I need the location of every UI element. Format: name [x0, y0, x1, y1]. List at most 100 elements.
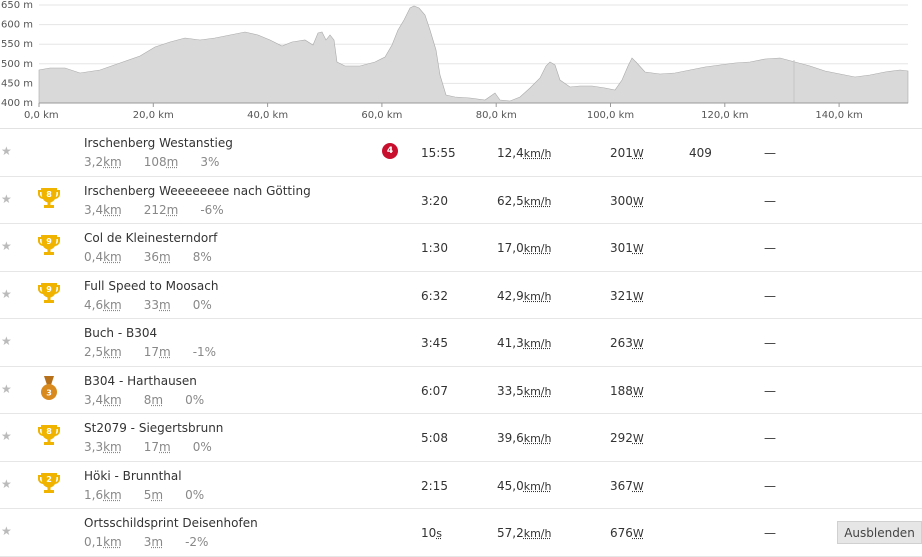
- segment-meta: 3,2km 108m 3%: [84, 155, 230, 169]
- segment-distance: 1,6km: [84, 488, 133, 502]
- segment-name-link[interactable]: Buch - B304: [84, 326, 157, 340]
- speed-unit: km/h: [524, 432, 552, 445]
- segment-distance: 0,4km: [84, 250, 133, 264]
- power-unit: W: [633, 337, 644, 350]
- segment-meta: 0,4km 36m 8%: [84, 250, 223, 264]
- trophy-rank-number: 8: [46, 427, 52, 436]
- elevation-unit: m: [159, 250, 171, 264]
- segment-meta: 0,1km 3m -2%: [84, 535, 219, 549]
- segment-grade: 0%: [185, 488, 204, 502]
- segment-elevation: 33m: [144, 298, 182, 312]
- segment-row[interactable]: ★ 3 B304 - Harthausen 3,4km 8m 0% 6:07 33,5km/h…: [0, 367, 922, 415]
- segment-grade: 0%: [193, 440, 212, 454]
- segment-grade: -1%: [193, 345, 216, 359]
- segment-time: 2:15: [421, 479, 448, 493]
- segment-power: 188W: [610, 384, 644, 398]
- hide-segment-button[interactable]: Ausblenden: [837, 521, 922, 544]
- speed-unit: km/h: [524, 385, 552, 398]
- elevation-unit: m: [159, 440, 171, 454]
- trophy-rank-number: 8: [46, 190, 52, 199]
- segment-speed: 42,9km/h: [497, 289, 551, 303]
- segment-name-link[interactable]: Irschenberg Westanstieg: [84, 136, 233, 150]
- x-tick-label: 20,0 km: [133, 110, 174, 121]
- segment-meta: 3,4km 8m 0%: [84, 393, 215, 407]
- trophy-icon: 2: [37, 471, 61, 497]
- segment-grade: 0%: [193, 298, 212, 312]
- power-unit: W: [633, 527, 644, 540]
- segment-list: ★ Irschenberg Westanstieg 3,2km 108m 3% 4 15:5…: [0, 128, 922, 557]
- segment-time: 1:30: [421, 241, 448, 255]
- speed-unit: km/h: [524, 242, 552, 255]
- segment-name-link[interactable]: Irschenberg Weeeeeeee nach Götting: [84, 184, 311, 198]
- segment-name-link[interactable]: Ortsschildsprint Deisenhofen: [84, 516, 258, 530]
- star-icon[interactable]: ★: [1, 335, 12, 347]
- segment-speed: 33,5km/h: [497, 384, 551, 398]
- segment-row[interactable]: ★ 8 Irschenberg Weeeeeeee nach Götting 3,4k…: [0, 177, 922, 225]
- segment-name-link[interactable]: Full Speed to Moosach: [84, 279, 218, 293]
- segment-empty-value: —: [764, 479, 776, 493]
- y-tick-label: 450 m: [1, 78, 33, 89]
- segment-time: 5:08: [421, 431, 448, 445]
- star-icon[interactable]: ★: [1, 288, 12, 300]
- segment-row[interactable]: ★ 9 Col de Kleinesterndorf 0,4km 36m 8% 1:30 17…: [0, 224, 922, 272]
- segment-meta: 1,6km 5m 0%: [84, 488, 215, 502]
- segment-speed: 39,6km/h: [497, 431, 551, 445]
- segment-time: 10s: [421, 526, 442, 540]
- star-icon[interactable]: ★: [1, 430, 12, 442]
- segment-power: 263W: [610, 336, 644, 350]
- segment-speed: 45,0km/h: [497, 479, 551, 493]
- segment-distance: 3,2km: [84, 155, 133, 169]
- speed-unit: km/h: [524, 527, 552, 540]
- segment-empty-value: —: [764, 431, 776, 445]
- star-icon[interactable]: ★: [1, 240, 12, 252]
- segment-meta: 4,6km 33m 0%: [84, 298, 223, 312]
- distance-unit: km: [103, 535, 122, 549]
- segment-heartrate: 409: [689, 146, 712, 160]
- power-unit: W: [633, 480, 644, 493]
- segment-name-link[interactable]: Col de Kleinesterndorf: [84, 231, 217, 245]
- speed-unit: km/h: [524, 290, 552, 303]
- segment-distance: 3,4km: [84, 203, 133, 217]
- segment-speed: 62,5km/h: [497, 194, 551, 208]
- distance-unit: km: [103, 203, 122, 217]
- trophy-icon: 8: [37, 423, 61, 449]
- segment-name-link[interactable]: Höki - Brunnthal: [84, 469, 182, 483]
- star-icon[interactable]: ★: [1, 383, 12, 395]
- segment-row[interactable]: ★ Ortsschildsprint Deisenhofen 0,1km 3m -2% 1…: [0, 509, 922, 557]
- trophy-icon: 9: [37, 281, 61, 307]
- power-unit: W: [633, 290, 644, 303]
- segment-grade: -2%: [185, 535, 208, 549]
- segment-row[interactable]: ★ 8 St2079 - Siegertsbrunn 3,3km 17m 0% 5:08 39…: [0, 414, 922, 462]
- power-unit: W: [633, 242, 644, 255]
- segment-row[interactable]: ★ Buch - B304 2,5km 17m -1% 3:45 41,3km/h 263W —: [0, 319, 922, 367]
- elevation-unit: m: [159, 298, 171, 312]
- segment-name-link[interactable]: St2079 - Siegertsbrunn: [84, 421, 223, 435]
- trophy-rank-number: 2: [46, 475, 52, 484]
- segment-name-link[interactable]: B304 - Harthausen: [84, 374, 197, 388]
- power-unit: W: [633, 385, 644, 398]
- trophy-rank-number: 9: [46, 237, 52, 246]
- x-tick-label: 80,0 km: [476, 110, 517, 121]
- y-tick-label: 550 m: [1, 39, 33, 50]
- segment-row[interactable]: ★ 9 Full Speed to Moosach 4,6km 33m 0% 6:32 42,…: [0, 272, 922, 320]
- elevation-unit: m: [151, 535, 163, 549]
- segment-row[interactable]: ★ Irschenberg Westanstieg 3,2km 108m 3% 4 15:5…: [0, 129, 922, 177]
- segment-distance: 0,1km: [84, 535, 133, 549]
- segment-elevation: 8m: [144, 393, 174, 407]
- segment-empty-value: —: [764, 526, 776, 540]
- segment-empty-value: —: [764, 194, 776, 208]
- y-tick-label: 400 m: [1, 98, 33, 109]
- segment-time: 6:32: [421, 289, 448, 303]
- trophy-rank-number: 3: [46, 388, 52, 397]
- segment-elevation: 5m: [144, 488, 174, 502]
- y-tick-label: 500 m: [1, 59, 33, 70]
- star-icon[interactable]: ★: [1, 525, 12, 537]
- star-icon[interactable]: ★: [1, 145, 12, 157]
- segment-grade: 8%: [193, 250, 212, 264]
- x-tick-label: 60,0 km: [361, 110, 402, 121]
- star-icon[interactable]: ★: [1, 478, 12, 490]
- star-icon[interactable]: ★: [1, 193, 12, 205]
- segment-time: 3:20: [421, 194, 448, 208]
- segment-grade: -6%: [200, 203, 223, 217]
- segment-row[interactable]: ★ 2 Höki - Brunnthal 1,6km 5m 0% 2:15 45,0km/h 3…: [0, 462, 922, 510]
